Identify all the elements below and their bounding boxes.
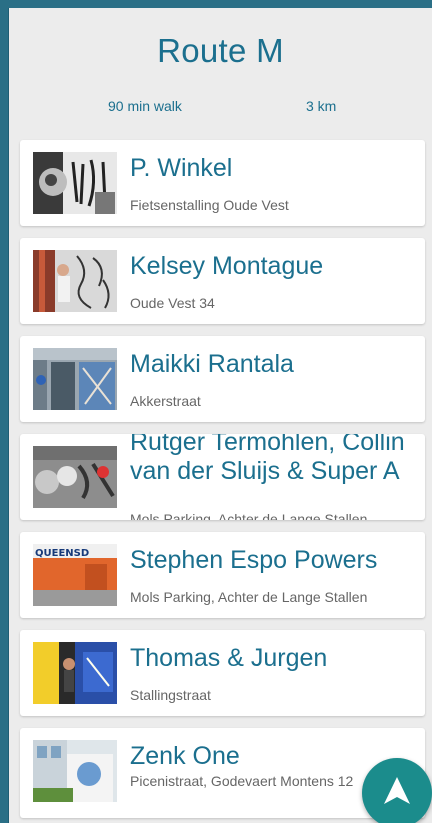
artist-name: Rutger Termohlen, Collin van der Sluijs … <box>130 434 405 485</box>
route-duration: 90 min walk <box>108 98 182 114</box>
artwork-thumbnail <box>33 348 117 410</box>
artwork-thumbnail <box>33 446 117 508</box>
artist-name: Thomas & Jurgen <box>130 644 328 672</box>
artist-name: Stephen Espo Powers <box>130 546 378 574</box>
route-header: Route M 90 min walk 3 km <box>9 8 432 158</box>
list-item[interactable]: QUEENSD Stephen Espo Powers Mols Parking… <box>20 532 425 618</box>
stop-location: Mols Parking, Achter de Lange Stallen <box>130 511 368 520</box>
artist-name: Maikki Rantala <box>130 350 294 378</box>
list-item[interactable]: Rutger Termohlen, Collin van der Sluijs … <box>20 434 425 520</box>
page-title: Route M <box>157 32 284 69</box>
navigate-button[interactable] <box>362 758 432 823</box>
list-item[interactable]: P. Winkel Fietsenstalling Oude Vest <box>20 140 425 226</box>
artist-name: P. Winkel <box>130 154 233 182</box>
list-item[interactable]: Maikki Rantala Akkerstraat <box>20 336 425 422</box>
svg-text:QUEENSD: QUEENSD <box>35 548 89 559</box>
navigation-arrow-icon <box>383 776 411 811</box>
list-item[interactable]: Kelsey Montague Oude Vest 34 <box>20 238 425 324</box>
stop-location: Akkerstraat <box>130 393 201 409</box>
artwork-thumbnail <box>33 152 117 214</box>
stop-location: Stallingstraat <box>130 687 211 703</box>
stop-location: Mols Parking, Achter de Lange Stallen <box>130 589 368 605</box>
stop-location: Oude Vest 34 <box>130 295 215 311</box>
stop-location: Fietsenstalling Oude Vest <box>130 197 289 213</box>
artwork-thumbnail: QUEENSD <box>33 544 117 606</box>
stops-list: P. Winkel Fietsenstalling Oude Vest Kels… <box>20 140 425 823</box>
artwork-thumbnail <box>33 250 117 312</box>
route-distance: 3 km <box>306 98 337 114</box>
artist-name: Kelsey Montague <box>130 252 324 280</box>
list-item[interactable]: Thomas & Jurgen Stallingstraat <box>20 630 425 716</box>
artwork-thumbnail <box>33 642 117 704</box>
artwork-thumbnail <box>33 740 117 802</box>
